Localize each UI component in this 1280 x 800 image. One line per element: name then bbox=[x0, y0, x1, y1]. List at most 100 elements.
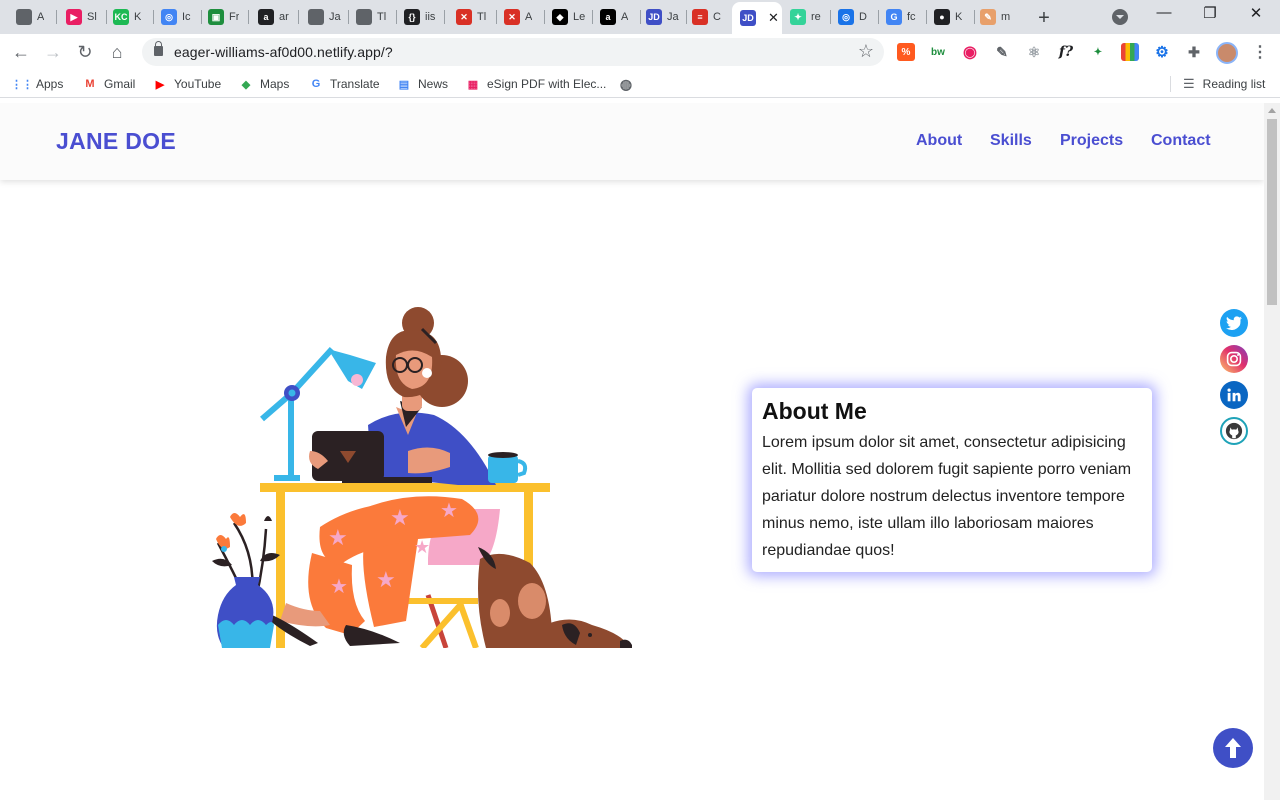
extension-bw-icon[interactable]: bw bbox=[929, 43, 947, 61]
bookmark-item[interactable]: ▤ News bbox=[396, 76, 448, 92]
browser-tab[interactable]: a ar bbox=[250, 4, 296, 30]
scroll-to-top-button[interactable] bbox=[1213, 728, 1253, 768]
arrow-up-icon bbox=[1225, 738, 1241, 758]
browser-tab[interactable]: JD ✕ bbox=[732, 2, 782, 34]
site-brand[interactable]: JANE DOE bbox=[56, 128, 176, 155]
profile-avatar[interactable] bbox=[1216, 42, 1238, 64]
bookmark-item[interactable]: ⋮⋮ Apps bbox=[11, 76, 63, 92]
dog bbox=[478, 547, 632, 648]
bookmark-label: Translate bbox=[330, 77, 380, 91]
tab-separator bbox=[248, 10, 249, 24]
twitter-icon[interactable] bbox=[1220, 309, 1248, 337]
nav-link-about[interactable]: About bbox=[916, 132, 962, 150]
extension-react-icon[interactable]: ⚛ bbox=[1025, 43, 1043, 61]
tab-favicon-icon bbox=[16, 9, 32, 25]
browser-tab[interactable]: ▣ Fr bbox=[200, 4, 246, 30]
home-icon[interactable]: ⌂ bbox=[106, 41, 128, 63]
new-tab-button[interactable]: + bbox=[1034, 7, 1054, 30]
about-text: Lorem ipsum dolor sit amet, consectetur … bbox=[762, 434, 1132, 559]
reload-icon[interactable]: ↻ bbox=[74, 41, 96, 63]
browser-tab[interactable]: ▶ Sl bbox=[58, 4, 104, 30]
mug bbox=[488, 452, 528, 483]
browser-tab[interactable]: ✦ re bbox=[782, 4, 828, 30]
extension-formula-icon[interactable]: f? bbox=[1057, 43, 1075, 61]
tab-search-icon[interactable] bbox=[1112, 9, 1128, 25]
url-text[interactable]: eager-williams-af0d00.netlify.app/? bbox=[174, 44, 393, 60]
bookmark-globe-icon[interactable]: ◍ bbox=[618, 76, 634, 92]
svg-text:★: ★ bbox=[376, 567, 396, 592]
apps-grid-icon: ⋮⋮ bbox=[11, 78, 33, 91]
scrollbar-thumb[interactable] bbox=[1267, 119, 1277, 305]
browser-tab[interactable]: ● K bbox=[926, 4, 972, 30]
bookmarks-bar: ⋮⋮ Apps M Gmail ▶ YouTube ◆ Maps G Translate ▤ News… bbox=[0, 70, 1280, 98]
tab-separator bbox=[444, 10, 445, 24]
bookmark-star-icon[interactable]: ☆ bbox=[858, 41, 874, 62]
bookmark-item[interactable]: G Translate bbox=[308, 76, 380, 92]
nav-link-projects[interactable]: Projects bbox=[1060, 132, 1123, 150]
browser-tab[interactable]: Tl bbox=[348, 4, 394, 30]
tab-favicon-icon: {} bbox=[404, 9, 420, 25]
linkedin-icon[interactable] bbox=[1220, 381, 1248, 409]
browser-tab[interactable]: aA bbox=[592, 4, 638, 30]
restore-button[interactable]: ❐ bbox=[1200, 4, 1220, 22]
tab-favicon-icon: ● bbox=[934, 9, 950, 25]
tab-favicon-icon: ✕ bbox=[504, 9, 520, 25]
reading-list-button[interactable]: ☰ Reading list bbox=[1170, 76, 1265, 92]
scroll-up-arrow-icon[interactable] bbox=[1268, 108, 1276, 113]
back-icon[interactable]: ← bbox=[10, 41, 32, 63]
browser-tab[interactable]: Gfc bbox=[878, 4, 924, 30]
browser-tab[interactable]: ✕ A bbox=[496, 4, 542, 30]
extension-x-icon[interactable]: ✦ bbox=[1089, 43, 1107, 61]
tab-title: Ic bbox=[182, 11, 191, 23]
nav-link-skills[interactable]: Skills bbox=[990, 132, 1032, 150]
close-tab-icon[interactable]: ✕ bbox=[768, 10, 779, 26]
tab-title: A bbox=[525, 11, 533, 23]
forward-icon[interactable]: → bbox=[42, 41, 64, 63]
tab-title: m bbox=[1001, 11, 1011, 23]
hero-illustration: ★ ★ ★ ★ ★ ★ bbox=[212, 307, 632, 648]
chrome-menu-icon[interactable]: ⋮ bbox=[1252, 42, 1268, 62]
bookmark-label: News bbox=[418, 77, 449, 91]
esign-icon: ▦ bbox=[467, 78, 479, 91]
bookmark-item[interactable]: ◆ Maps bbox=[238, 76, 290, 92]
bookmark-item[interactable]: ▶ YouTube bbox=[152, 76, 221, 92]
bookmark-label: Gmail bbox=[104, 77, 136, 91]
address-bar[interactable]: eager-williams-af0d00.netlify.app/? ☆ bbox=[142, 38, 884, 66]
browser-tab[interactable]: ◆ Le bbox=[544, 4, 590, 30]
tab-strip: A ▶ Sl KC K ◎ Ic ▣ Fr a ar Ja Tl{} iis ✕ Tl ✕ A ◆ Le a A JD Ja ≡… bbox=[0, 0, 1280, 34]
browser-tab[interactable]: A bbox=[8, 4, 54, 30]
close-window-button[interactable]: ✕ bbox=[1246, 4, 1266, 22]
extension-colors-icon[interactable] bbox=[1121, 43, 1139, 61]
bookmark-item[interactable]: M Gmail bbox=[82, 76, 135, 92]
extension-honey-icon[interactable]: % bbox=[897, 43, 915, 61]
minimize-button[interactable]: — bbox=[1154, 4, 1174, 21]
tab-favicon-icon: ◆ bbox=[552, 9, 568, 25]
browser-tab[interactable]: ≡ C bbox=[684, 4, 730, 30]
browser-tab[interactable]: JD Ja bbox=[638, 4, 684, 30]
page-scrollbar[interactable] bbox=[1264, 103, 1280, 800]
browser-tab[interactable]: Ja bbox=[300, 4, 346, 30]
vase-plant bbox=[212, 513, 280, 648]
extension-picker-icon[interactable]: ✎ bbox=[993, 43, 1011, 61]
tab-favicon-icon: a bbox=[258, 9, 274, 25]
extensions-puzzle-icon[interactable]: ✚ bbox=[1185, 43, 1203, 61]
github-icon[interactable] bbox=[1220, 417, 1248, 445]
page-viewport: JANE DOE About Skills Projects Contact ★… bbox=[0, 103, 1264, 800]
tab-separator bbox=[298, 10, 299, 24]
extension-eye-icon[interactable]: ◉ bbox=[961, 43, 979, 61]
browser-tab[interactable]: {} iis bbox=[396, 4, 442, 30]
tab-title: C bbox=[713, 11, 721, 23]
browser-tab[interactable]: ◎ D bbox=[830, 4, 876, 30]
bookmark-item[interactable]: ▦ eSign PDF with Elec... bbox=[465, 76, 607, 92]
nav-link-contact[interactable]: Contact bbox=[1151, 132, 1211, 150]
extension-gear-icon[interactable]: ⚙ bbox=[1153, 43, 1171, 61]
browser-tab[interactable]: ✎ m bbox=[972, 4, 1018, 30]
tab-title: A bbox=[37, 11, 45, 23]
lock-icon[interactable] bbox=[154, 41, 163, 56]
translate-icon: G bbox=[311, 78, 321, 90]
browser-tab[interactable]: ✕ Tl bbox=[448, 4, 494, 30]
instagram-icon[interactable] bbox=[1220, 345, 1248, 373]
tab-favicon-icon bbox=[308, 9, 324, 25]
browser-tab[interactable]: KC K bbox=[105, 4, 151, 30]
browser-tab[interactable]: ◎ Ic bbox=[153, 4, 199, 30]
